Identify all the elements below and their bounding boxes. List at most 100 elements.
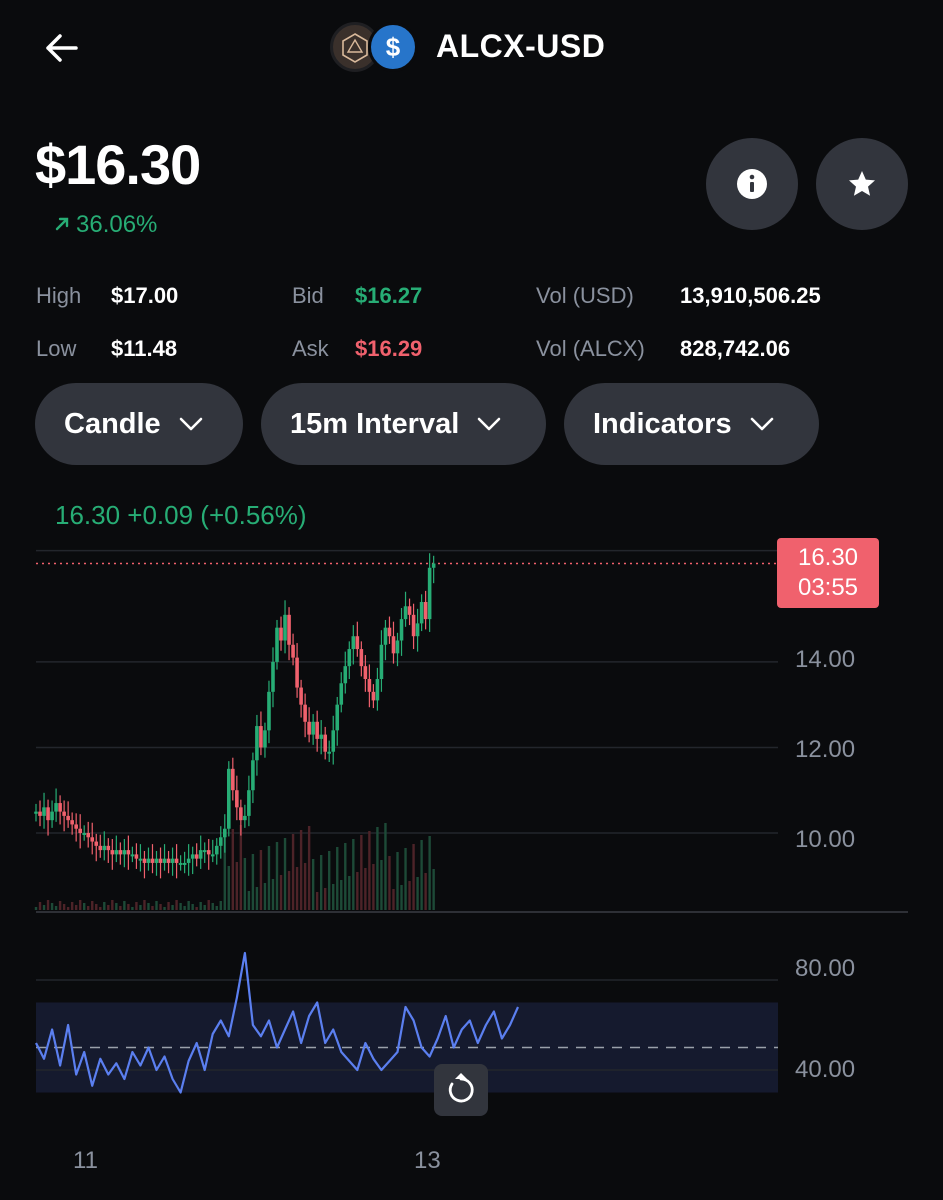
- volume-bar: [295, 867, 299, 910]
- candle-body: [427, 567, 432, 620]
- candle-body: [395, 640, 400, 654]
- volume-bar: [271, 879, 275, 910]
- volume-bar: [227, 866, 230, 910]
- ask-value: $16.29: [355, 336, 423, 361]
- high-label: High: [36, 283, 82, 308]
- volume-bar: [340, 880, 343, 910]
- volume-bar: [203, 905, 206, 910]
- volume-bar: [163, 907, 166, 910]
- y-tick-label: 14.00: [795, 646, 856, 673]
- candle-body: [138, 858, 143, 861]
- volume-bar: [396, 852, 399, 910]
- candle-body: [287, 614, 291, 645]
- candle-body: [363, 666, 368, 679]
- watchlist-star-button[interactable]: [816, 138, 908, 230]
- bid-value: $16.27: [355, 283, 423, 308]
- vol-alcx-value: 828,742.06: [680, 336, 791, 361]
- volume-bar: [74, 905, 78, 910]
- bid-label: Bid: [292, 283, 324, 308]
- y-tick-label: 12.00: [795, 736, 856, 763]
- candle-body: [190, 854, 195, 859]
- volume-bar: [364, 868, 367, 910]
- vol-usd-value: 13,910,506.25: [680, 283, 821, 308]
- volume-bar: [307, 826, 311, 910]
- candle-body: [146, 858, 151, 863]
- interval-dropdown[interactable]: 15m Interval: [261, 383, 546, 465]
- volume-bar: [332, 884, 335, 910]
- candle-body: [194, 854, 199, 859]
- back-button[interactable]: [40, 28, 84, 68]
- volume-bar: [348, 876, 351, 910]
- volume-bar: [344, 843, 347, 910]
- candle-body: [74, 824, 78, 829]
- volume-bar: [384, 823, 387, 910]
- volume-bar: [147, 903, 150, 910]
- candle-body: [150, 858, 155, 863]
- arrow-left-icon: [46, 34, 78, 62]
- volume-bar: [107, 905, 110, 910]
- candle-countdown: 03:55: [797, 574, 859, 601]
- x-tick-label: 11: [73, 1147, 98, 1174]
- candle-body: [351, 636, 356, 650]
- candle-body: [411, 614, 416, 637]
- usd-coin-logo-icon: $: [368, 22, 418, 72]
- candle-body: [186, 858, 191, 863]
- volume-bar: [143, 900, 146, 910]
- volume-bar: [315, 892, 319, 910]
- volume-bar: [404, 848, 407, 910]
- vol-usd-label: Vol (USD): [536, 283, 634, 308]
- candle-body: [275, 627, 279, 662]
- candle-body: [343, 666, 348, 684]
- volume-bar: [360, 835, 363, 910]
- volume-bar: [95, 904, 98, 910]
- low-label: Low: [36, 336, 77, 361]
- candle-body: [335, 704, 340, 731]
- candle-body: [419, 602, 424, 624]
- candle-body: [158, 858, 163, 863]
- candle-body: [399, 619, 404, 641]
- volume-bar: [70, 902, 74, 910]
- volume-bar: [135, 902, 138, 910]
- candle-body: [130, 854, 135, 857]
- high-value: $17.00: [111, 283, 179, 308]
- candle-body: [255, 726, 259, 761]
- volume-bar: [388, 856, 391, 910]
- volume-bar: [352, 839, 355, 910]
- volume-bar: [54, 906, 58, 910]
- candle-body: [387, 627, 392, 637]
- volume-bar: [46, 900, 50, 910]
- chart-type-dropdown[interactable]: Candle: [35, 383, 243, 465]
- volume-bar: [372, 864, 375, 910]
- candle-body: [227, 768, 231, 829]
- volume-bar: [34, 907, 38, 910]
- candle-body: [110, 850, 115, 855]
- page-title: ALCX-USD: [436, 28, 606, 64]
- last-price-value: 16.30: [797, 544, 859, 571]
- volume-bar: [78, 900, 82, 910]
- candle-body: [182, 862, 187, 865]
- volume-bar: [235, 862, 239, 910]
- low-value: $11.48: [111, 336, 178, 361]
- candle-body: [214, 845, 219, 855]
- candle-body: [38, 811, 42, 816]
- candle-body: [383, 627, 388, 645]
- volume-bar: [392, 889, 395, 910]
- candle-body: [271, 661, 275, 692]
- candle-body: [206, 850, 211, 855]
- candle-body: [299, 687, 303, 705]
- indicators-dropdown[interactable]: Indicators: [564, 383, 819, 465]
- volume-bar: [408, 881, 411, 910]
- candle-body: [178, 862, 183, 865]
- candle-body: [367, 679, 372, 692]
- volume-bar: [219, 901, 222, 910]
- volume-bar: [412, 844, 415, 910]
- reset-chart-button[interactable]: [434, 1064, 488, 1116]
- candle-body: [46, 807, 50, 821]
- candle-body: [347, 649, 352, 667]
- volume-bar: [380, 860, 383, 910]
- candle-body: [70, 820, 74, 825]
- volume-bar: [311, 859, 315, 910]
- volume-bar: [328, 851, 331, 910]
- candle-body: [102, 845, 107, 851]
- info-button[interactable]: [706, 138, 798, 230]
